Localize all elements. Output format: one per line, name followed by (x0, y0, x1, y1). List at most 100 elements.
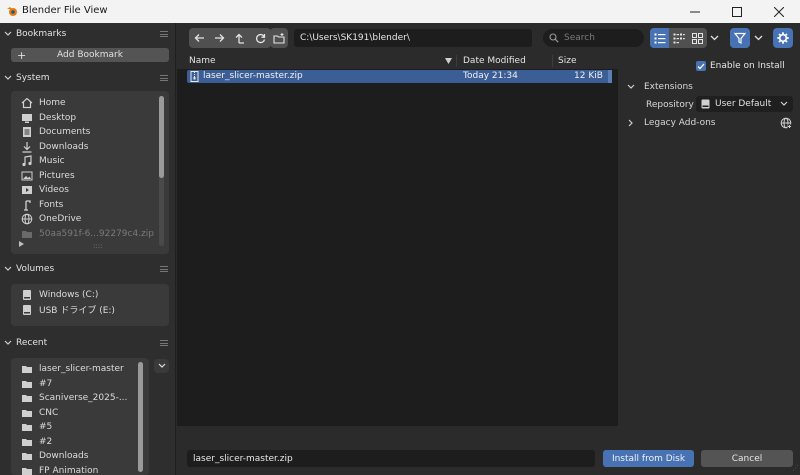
enable-on-install-checkbox[interactable]: Enable on Install (696, 61, 785, 71)
chevron-down-icon (158, 363, 166, 369)
globe-icon (21, 213, 33, 225)
sidebar-item-documents[interactable]: Documents (11, 125, 169, 140)
add-bookmark-button[interactable]: + Add Bookmark (11, 48, 169, 62)
recent-title: Recent (16, 338, 48, 348)
folder-icon (21, 465, 33, 475)
desktop-icon (21, 112, 33, 124)
enable-on-install-label: Enable on Install (710, 61, 785, 71)
sort-descending-icon[interactable] (445, 58, 452, 64)
drag-grip-icon[interactable] (160, 31, 168, 37)
recent-item[interactable]: #5 (11, 420, 149, 435)
chevron-down-icon (0, 266, 16, 272)
sidebar-item-pictures[interactable]: Pictures (11, 169, 169, 184)
drag-grip-icon[interactable] (160, 75, 168, 81)
settings-button[interactable] (773, 28, 793, 48)
sidebar-item-usb-drive[interactable]: USB ドライブ (E:) (11, 303, 169, 318)
volumes-list: Windows (C:) USB ドライブ (E:) (11, 284, 169, 326)
sidebar-item-videos[interactable]: Videos (11, 183, 169, 198)
filter-button[interactable] (730, 28, 750, 48)
close-window-button[interactable] (758, 0, 800, 23)
forward-button[interactable] (210, 28, 231, 48)
resize-dots-icon[interactable]: :::: (93, 242, 102, 250)
recent-item[interactable]: #2 (11, 435, 149, 450)
drag-grip-icon[interactable] (160, 266, 168, 272)
display-options-dropdown[interactable] (710, 35, 719, 41)
directory-path-input[interactable]: C:\Users\SK191\blender\ (294, 29, 532, 47)
filter-options-dropdown[interactable] (754, 35, 763, 41)
recent-dropdown-button[interactable] (154, 359, 169, 373)
minimize-button[interactable] (674, 0, 716, 23)
column-name[interactable]: Name (189, 56, 216, 66)
file-row[interactable]: laser_slicer-master.zip Today 21:34 12 K… (187, 70, 612, 83)
bookmarks-title: Bookmarks (16, 29, 67, 39)
display-mode-buttons (650, 28, 707, 48)
recent-scrollbar[interactable] (138, 362, 143, 472)
blender-logo-icon (6, 5, 18, 17)
file-name: laser_slicer-master.zip (203, 71, 303, 81)
parent-directory-button[interactable] (230, 28, 251, 48)
recent-panel-header[interactable]: Recent (0, 334, 176, 352)
recent-list: laser_slicer-master #7 Scaniverse_2025-.… (11, 358, 149, 475)
scrollbar-thumb[interactable] (159, 96, 164, 178)
add-bookmark-label: Add Bookmark (57, 50, 123, 60)
scrollbar-thumb[interactable] (138, 362, 143, 472)
folder-icon (21, 228, 33, 240)
file-browser[interactable]: Name Date Modified Size laser_slicer-mas… (177, 53, 618, 426)
sidebar-item-onedrive[interactable]: OneDrive (11, 212, 169, 227)
sidebar-item-home[interactable]: Home (11, 96, 169, 111)
recent-item[interactable]: laser_slicer-master (11, 362, 149, 377)
maximize-button[interactable] (716, 0, 758, 23)
install-from-disk-button[interactable]: Install from Disk (603, 450, 694, 467)
folder-icon (21, 436, 33, 448)
filename-input[interactable]: laser_slicer-master.zip (187, 450, 595, 467)
cancel-button[interactable]: Cancel (701, 450, 793, 467)
chevron-down-icon (0, 31, 16, 37)
system-scrollbar[interactable] (159, 96, 164, 246)
sidebar-item-fonts[interactable]: Fonts (11, 198, 169, 213)
vertical-list-button[interactable] (650, 28, 669, 48)
fonts-icon (21, 199, 33, 211)
recent-item[interactable]: CNC (11, 406, 149, 421)
bookmarks-panel-header[interactable]: Bookmarks (0, 25, 176, 43)
sidebar-item-windows-drive[interactable]: Windows (C:) (11, 288, 169, 303)
refresh-button[interactable] (251, 28, 272, 48)
documents-icon (21, 126, 33, 138)
system-title: System (16, 73, 50, 83)
new-folder-button[interactable] (270, 28, 288, 48)
repository-select[interactable]: User Default (696, 96, 793, 112)
recent-item[interactable]: FP Animation (11, 464, 149, 475)
legacy-addons-panel-header[interactable]: Legacy Add-ons (618, 114, 800, 132)
search-input[interactable]: Search (543, 29, 644, 47)
folder-icon (21, 363, 33, 375)
recent-item[interactable]: Scaniverse_2025-... (11, 391, 149, 406)
back-button[interactable] (189, 28, 210, 48)
search-icon (549, 33, 559, 43)
column-date-modified[interactable]: Date Modified (463, 56, 526, 66)
horizontal-list-button[interactable] (669, 28, 688, 48)
toolbar: C:\Users\SK191\blender\ Search (177, 23, 800, 53)
file-list-scrollbar[interactable] (608, 70, 612, 83)
downloads-icon (21, 141, 33, 153)
globe-icon[interactable] (780, 117, 792, 129)
thumbnails-button[interactable] (688, 28, 707, 48)
chevron-down-icon (618, 84, 644, 90)
volumes-panel-header[interactable]: Volumes (0, 260, 176, 278)
sidebar-item-desktop[interactable]: Desktop (11, 111, 169, 126)
title-bar: Blender File View (0, 0, 800, 23)
recent-item[interactable]: Downloads (11, 449, 149, 464)
resize-corner-icon[interactable]: ⋰ (792, 464, 799, 472)
system-list: Home Desktop Documents Downloads Music P… (11, 91, 169, 254)
system-panel-header[interactable]: System (0, 69, 176, 87)
extensions-panel-header[interactable]: Extensions (618, 78, 800, 96)
recent-item[interactable]: #7 (11, 377, 149, 392)
chevron-down-icon (0, 75, 16, 81)
folder-icon (21, 421, 33, 433)
grid-view-icon (692, 32, 703, 44)
drag-grip-icon[interactable] (160, 340, 168, 346)
sidebar-item-downloads[interactable]: Downloads (11, 140, 169, 155)
sidebar-item-music[interactable]: Music (11, 154, 169, 169)
arrow-right-icon (214, 33, 225, 43)
drive-icon (21, 304, 33, 316)
column-size[interactable]: Size (558, 56, 576, 66)
sidebar-item-zip[interactable]: 50aa591f-6...92279c4.zip (11, 227, 169, 242)
